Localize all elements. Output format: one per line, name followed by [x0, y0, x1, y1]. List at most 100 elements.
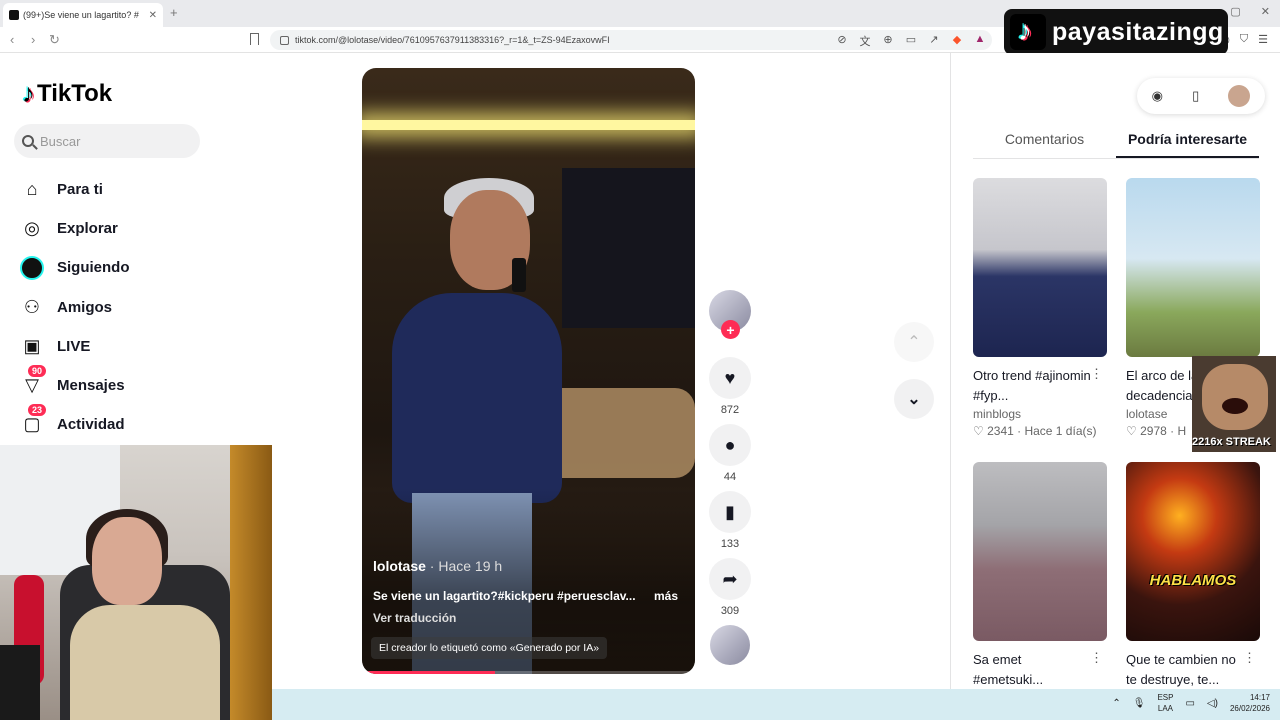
video-player[interactable]: lolotase · Hace 19 h Se viene un lagarti… [362, 68, 695, 674]
sidebar-item-label: Explorar [57, 220, 118, 238]
tiktok-logo[interactable]: ♪ TikTok [22, 78, 112, 109]
tray-chevron-up-icon[interactable]: ⌃ [1112, 698, 1120, 709]
device-icon[interactable]: ▯ [1192, 88, 1199, 104]
sidebar-item-para-ti[interactable]: ⌂ Para ti [20, 170, 250, 209]
zoom-icon[interactable]: ⊕ [882, 33, 894, 49]
network-icon[interactable]: ▭ [1185, 698, 1194, 709]
previous-video-button[interactable]: ⌃ [894, 322, 934, 362]
video-actions: + ♥ 872 ● 44 ▮ 133 ➦ 309 [707, 290, 755, 665]
video-author[interactable]: lolotase · Hace 19 h [373, 558, 502, 574]
bookmark-icon[interactable] [250, 33, 259, 45]
video-thumbnail[interactable] [1126, 178, 1260, 357]
new-tab-icon[interactable]: + [170, 5, 178, 20]
system-tray: ⌃ 🎙︎ ESP LAA ▭ ◁) 14:17 26/02/2026 [1112, 692, 1270, 714]
rewards-icon[interactable]: ▲ [974, 33, 986, 49]
chevron-down-icon: ⌄ [907, 391, 921, 408]
bookmark-save-icon: ▮ [725, 501, 735, 522]
sidebar-item-amigos[interactable]: ⚇ Amigos [20, 288, 250, 327]
live-icon: ▣ [23, 335, 41, 356]
microphone-stand [0, 645, 40, 720]
sidebar-item-label: Siguiendo [57, 259, 130, 277]
explore-compass-icon[interactable]: ◉ [1152, 88, 1163, 104]
heart-icon: ♥ [724, 367, 736, 388]
share-icon[interactable]: ↗ [928, 33, 940, 49]
sidebar-item-mensajes[interactable]: ▽ 90 Mensajes [20, 363, 250, 405]
close-window-icon[interactable]: ✕ [1261, 5, 1270, 18]
video-thumbnail[interactable]: HABLAMOS [1126, 462, 1260, 641]
tab-podria-interesarte[interactable]: Podría interesarte [1116, 129, 1259, 158]
sidebar-item-actividad[interactable]: ▢ 23 Actividad [20, 403, 250, 444]
search-placeholder: Buscar [40, 133, 81, 149]
language-indicator[interactable]: ESP LAA [1157, 692, 1173, 714]
sidebar-item-explorar[interactable]: ◎ Explorar [20, 209, 250, 248]
volume-icon[interactable]: ◁) [1207, 698, 1218, 709]
back-icon[interactable]: ‹ [10, 32, 14, 47]
maximize-icon[interactable]: ▢ [1230, 5, 1240, 18]
more-options-icon[interactable]: ⋮ [1243, 650, 1256, 666]
video-caption: Se viene un lagartito?#kickperu #peruesc… [373, 589, 636, 603]
following-avatar-icon [20, 255, 44, 280]
site-info-icon[interactable] [280, 35, 289, 45]
thumbnail-overlay-text: HABLAMOS [1149, 572, 1237, 589]
next-video-button[interactable]: ⌄ [894, 379, 934, 419]
more-options-icon[interactable]: ⋮ [1090, 650, 1103, 666]
brave-shield-icon[interactable]: ◆ [951, 33, 963, 49]
music-disc-icon[interactable] [710, 625, 750, 665]
video-thumbnail[interactable] [973, 178, 1107, 357]
friends-icon: ⚇ [23, 296, 41, 317]
like-count: 872 [720, 404, 740, 416]
webcam-overlay [0, 445, 272, 720]
streak-face-mouth [1222, 398, 1248, 414]
suggested-video-card[interactable]: HABLAMOS Que te cambien no te destruye, … [1126, 462, 1260, 690]
caption-more-button[interactable]: más [654, 589, 678, 603]
suggested-video-card[interactable]: Otro trend #ajinomin #fyp... ⋮ minblogs … [973, 178, 1107, 438]
streak-text: 2216x STREAK [1192, 436, 1271, 448]
creator-avatar[interactable]: + [709, 290, 751, 339]
tab-comentarios[interactable]: Comentarios [973, 129, 1116, 158]
like-button[interactable]: ♥ [709, 357, 751, 399]
webcam-body [70, 605, 220, 720]
user-avatar[interactable] [1228, 85, 1251, 107]
video-progress-bar[interactable] [362, 671, 695, 674]
follow-plus-icon[interactable]: + [721, 320, 740, 339]
save-button[interactable]: ▮ [709, 491, 751, 533]
right-panel-tabs: Comentarios Podría interesarte [973, 129, 1259, 159]
tiktok-note-icon: ♪ [22, 78, 35, 108]
video-thumbnail[interactable] [973, 462, 1107, 641]
cast-off-icon[interactable]: ⊘ [836, 33, 848, 49]
compass-icon: ◎ [24, 218, 40, 239]
reload-icon[interactable]: ↻ [49, 32, 60, 48]
card-title[interactable]: Otro trend #ajinomin #fyp... [973, 366, 1091, 406]
video-progress-fill [362, 671, 496, 674]
translate-link[interactable]: Ver traducción [373, 611, 456, 625]
search-input[interactable]: Buscar [14, 124, 200, 158]
menu-icon[interactable]: ☰ [1258, 33, 1268, 46]
card-author[interactable]: minblogs [973, 407, 1107, 421]
microphone-icon[interactable]: 🎙︎ [1133, 698, 1146, 709]
sidebar-item-label: Amigos [57, 298, 113, 316]
video-scene-light [362, 120, 695, 130]
card-title[interactable]: Sa emet #emetsuki... [973, 650, 1091, 690]
search-icon [22, 135, 34, 147]
sidebar-item-siguiendo[interactable]: Siguiendo [20, 248, 250, 287]
translate-icon[interactable]: 文 [859, 33, 871, 49]
sidebar-item-live[interactable]: ▣ LIVE [20, 327, 250, 366]
video-person-phone [512, 258, 526, 292]
browser-tab[interactable]: (99+)Se viene un lagartito? # ✕ [3, 3, 163, 27]
forward-icon[interactable]: › [31, 32, 35, 47]
video-author-name[interactable]: lolotase [373, 558, 426, 574]
keyboard-layout: LAA [1157, 704, 1174, 713]
share-button[interactable]: ➦ [709, 558, 751, 600]
tab-close-icon[interactable]: ✕ [149, 10, 157, 21]
wallet-icon[interactable]: ⛉ [1240, 33, 1248, 46]
sidebar-item-label: Mensajes [57, 377, 125, 395]
card-title[interactable]: Que te cambien no te destruye, te... [1126, 650, 1244, 690]
video-scene-window [562, 168, 695, 328]
more-options-icon[interactable]: ⋮ [1090, 366, 1103, 382]
screen-icon[interactable]: ▭ [905, 33, 917, 49]
share-arrow-icon: ➦ [722, 568, 738, 589]
comment-button[interactable]: ● [709, 424, 751, 466]
clock[interactable]: 14:17 26/02/2026 [1230, 692, 1270, 714]
suggested-video-card[interactable]: Sa emet #emetsuki... ⋮ [973, 462, 1107, 690]
windows-taskbar: ⌃ 🎙︎ ESP LAA ▭ ◁) 14:17 26/02/2026 [272, 689, 1280, 720]
